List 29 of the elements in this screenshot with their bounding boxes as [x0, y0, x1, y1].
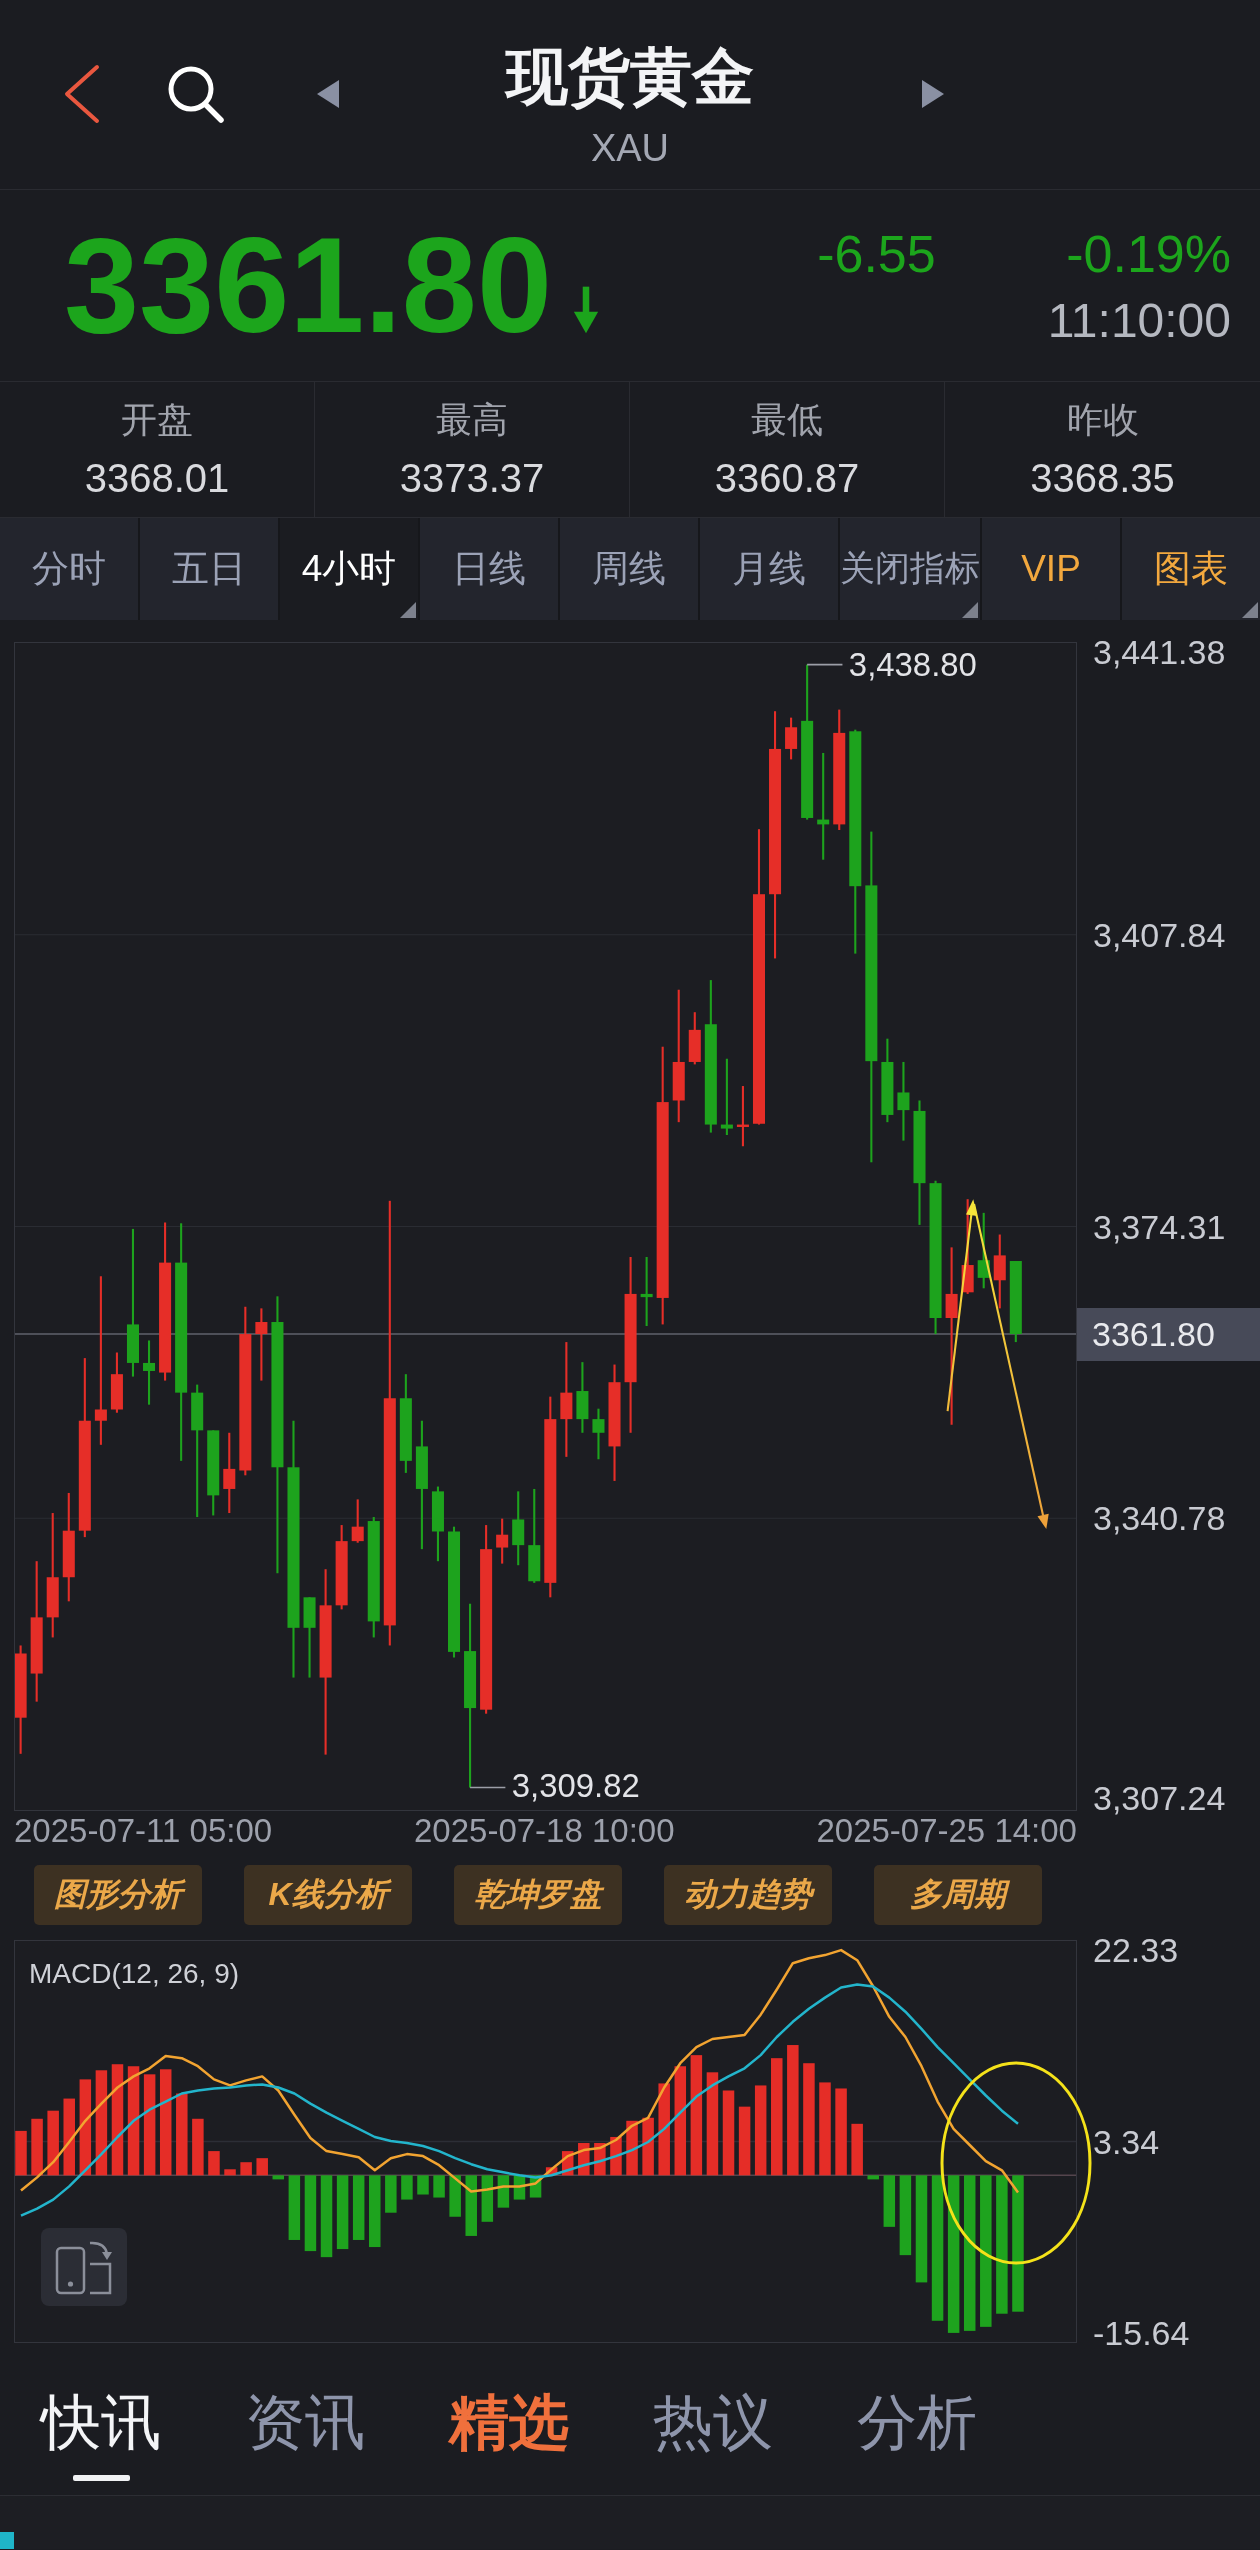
- price-change: -6.55: [817, 224, 936, 284]
- high-price-label: 3,438.80: [848, 646, 977, 684]
- y-axis-label: 3,441.38: [1093, 632, 1226, 672]
- percent-change: -0.19%: [1066, 224, 1231, 284]
- low-price-label: 3,309.82: [511, 1767, 640, 1805]
- stat-label: 昨收: [1066, 398, 1139, 442]
- page-title: 现货黄金: [506, 41, 754, 113]
- symbol-code: XAU: [590, 126, 670, 170]
- quote-time: 11:10:00: [1047, 293, 1231, 349]
- y-axis-label: 3,307.24: [1093, 1778, 1226, 1818]
- stat-value: 3360.87: [714, 455, 860, 502]
- y-axis-label: 3,340.78: [1093, 1498, 1226, 1539]
- y-axis-label: 3,374.31: [1093, 1206, 1226, 1247]
- stat-value: 3368.01: [84, 455, 230, 502]
- stat-value: 3368.35: [1030, 455, 1175, 502]
- stat-value: 3373.37: [399, 455, 545, 502]
- x-axis-label: 2025-07-18 10:00: [414, 1811, 675, 1851]
- stat-label: 最高: [436, 398, 508, 442]
- x-axis-label: 2025-07-11 05:00: [14, 1811, 273, 1851]
- y-axis-label: 3.34: [1093, 2121, 1160, 2162]
- indicator-title: MACD(12, 26, 9): [29, 1957, 240, 1989]
- stat-label: 开盘: [121, 398, 193, 442]
- last-price: 3361.80: [64, 211, 552, 361]
- y-axis-label: -15.64: [1093, 2313, 1190, 2354]
- y-axis-label: 3,407.84: [1093, 914, 1226, 955]
- y-axis-label: 22.33: [1093, 1929, 1179, 1970]
- stat-label: 最低: [751, 398, 823, 442]
- last-price-tag: 3361.80: [1077, 1307, 1260, 1361]
- x-axis-label: 2025-07-25 14:00: [816, 1811, 1077, 1851]
